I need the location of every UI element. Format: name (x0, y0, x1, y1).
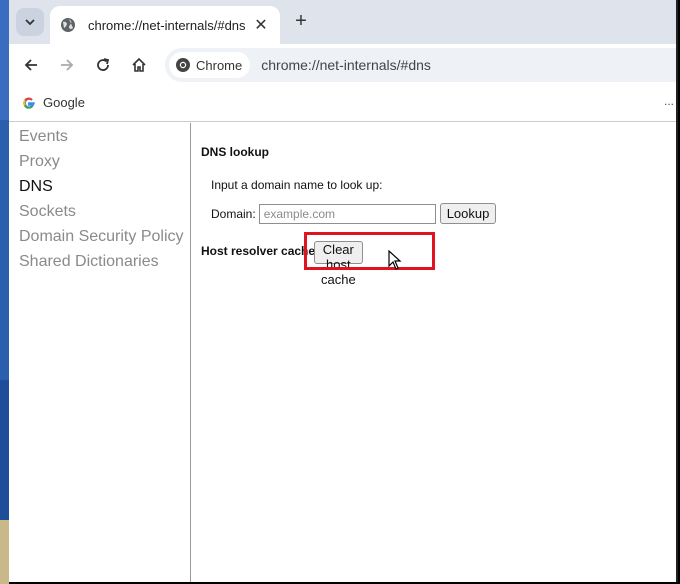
globe-icon (61, 18, 75, 32)
tab-title: chrome://net-internals/#dns (88, 17, 246, 33)
dns-panel: DNS lookup Input a domain name to look u… (201, 123, 671, 582)
reload-icon (97, 58, 110, 71)
host-resolver-cache-heading: Host resolver cache (201, 244, 316, 258)
host-cache-row: Host resolver cache Clear host cache (201, 241, 363, 287)
sidebar-item-dns[interactable]: DNS (9, 177, 190, 202)
highlight-box (304, 232, 435, 270)
desktop-fragment (0, 0, 9, 120)
home-button[interactable] (126, 52, 152, 78)
sidebar: Events Proxy DNS Sockets Domain Security… (9, 123, 191, 582)
sidebar-item-proxy[interactable]: Proxy (9, 152, 190, 177)
sidebar-item-events[interactable]: Events (9, 127, 190, 152)
lookup-prompt: Input a domain name to look up: (211, 178, 383, 192)
address-bar[interactable]: Chrome chrome://net-internals/#dns (165, 48, 676, 82)
browser-window: chrome://net-internals/#dns ✕ + Chrome c… (9, 0, 678, 582)
desktop-fragment (0, 520, 9, 584)
mouse-cursor-icon (388, 250, 402, 270)
close-icon[interactable]: ✕ (250, 14, 272, 36)
domain-label: Domain: (211, 206, 256, 221)
chevron-down-icon (25, 19, 35, 26)
arrow-right-icon (61, 59, 74, 71)
bookmark-google[interactable]: Google (22, 95, 85, 110)
sidebar-item-sockets[interactable]: Sockets (9, 202, 190, 227)
desktop-fragment (0, 380, 9, 520)
tab-search-button[interactable] (16, 8, 44, 36)
forward-button[interactable] (54, 52, 80, 78)
page-content: Events Proxy DNS Sockets Domain Security… (9, 123, 676, 582)
lookup-button[interactable]: Lookup (439, 203, 497, 224)
new-tab-button[interactable]: + (290, 10, 312, 32)
site-info-chip[interactable]: Chrome (169, 52, 251, 78)
reload-button[interactable] (90, 52, 116, 78)
toolbar: Chrome chrome://net-internals/#dns (9, 44, 676, 86)
chip-label: Chrome (196, 57, 243, 73)
back-button[interactable] (18, 52, 44, 78)
domain-input[interactable] (258, 203, 436, 224)
tab-strip: chrome://net-internals/#dns ✕ + (9, 0, 676, 44)
google-logo-icon (23, 97, 35, 109)
tab-active[interactable]: chrome://net-internals/#dns ✕ (50, 6, 280, 44)
bookmark-label: Google (43, 95, 85, 110)
bookmarks-bar: Google ... (9, 86, 676, 122)
chrome-icon (176, 58, 190, 72)
url-text: chrome://net-internals/#dns (261, 57, 431, 73)
dns-lookup-heading: DNS lookup (201, 145, 269, 159)
home-icon (132, 57, 146, 72)
arrow-left-icon (24, 59, 37, 71)
domain-row: Domain: Lookup (211, 203, 497, 224)
bookmarks-overflow-icon[interactable]: ... (664, 94, 674, 108)
desktop-edge (0, 0, 9, 584)
sidebar-item-domain-security-policy[interactable]: Domain Security Policy (9, 227, 190, 252)
sidebar-item-shared-dictionaries[interactable]: Shared Dictionaries (9, 252, 190, 277)
